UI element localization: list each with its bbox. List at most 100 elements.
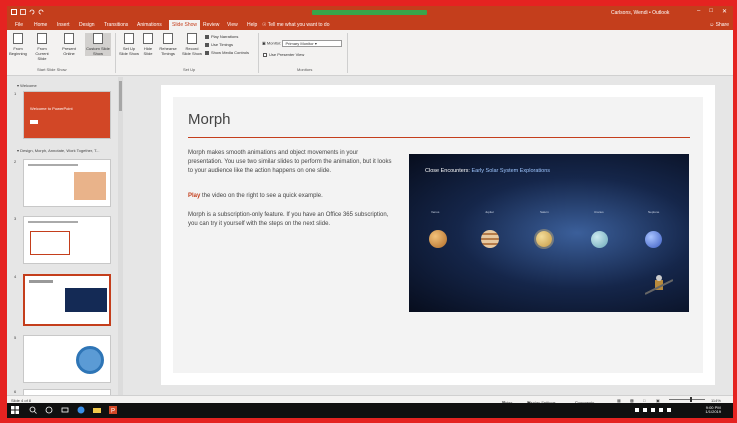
group-label-monitors: Monitors bbox=[297, 67, 313, 72]
show-media-controls-checkbox[interactable]: Show Media Controls bbox=[205, 50, 249, 55]
thumbnail-video bbox=[65, 288, 107, 312]
monitor-icon: ▣ bbox=[262, 40, 266, 46]
save-icon[interactable] bbox=[20, 9, 26, 15]
window-controls: – □ ✕ bbox=[697, 8, 727, 15]
body-paragraph-3[interactable]: Morph is a subscription-only feature. If… bbox=[188, 211, 393, 229]
powerpoint-taskbar-icon[interactable]: P bbox=[109, 406, 117, 414]
tell-me-search[interactable]: ☉ Tell me what you want to do bbox=[262, 22, 330, 28]
saturn-planet bbox=[536, 231, 552, 247]
slide-background: Morph Morph makes smooth animations and … bbox=[173, 97, 703, 373]
checkbox-checked-icon bbox=[205, 34, 209, 39]
neptune-planet bbox=[645, 231, 662, 248]
search-icon[interactable] bbox=[29, 406, 37, 414]
tab-slide-show[interactable]: Slide Show bbox=[169, 20, 201, 30]
section-header-welcome[interactable]: ▾ Welcome bbox=[17, 83, 37, 88]
planet-label: Jupiter bbox=[485, 210, 495, 214]
venus-planet bbox=[429, 230, 447, 248]
taskbar-clock[interactable]: 9:00 PM 1/1/2019 bbox=[705, 406, 721, 414]
slide-thumbnail-4[interactable] bbox=[23, 274, 111, 326]
checkbox-unchecked-icon bbox=[263, 52, 267, 57]
windows-start-icon[interactable] bbox=[11, 406, 19, 414]
thumbnail-title-line bbox=[28, 221, 78, 223]
slide-thumbnail-1[interactable]: Welcome to PowerPoint bbox=[23, 91, 111, 139]
file-explorer-icon[interactable] bbox=[93, 406, 101, 414]
use-timings-checkbox[interactable]: Use Timings bbox=[205, 42, 233, 47]
slide-number: 3 bbox=[14, 216, 17, 221]
tab-home[interactable]: Home bbox=[34, 22, 47, 28]
present-online-icon bbox=[64, 33, 74, 44]
task-view-icon[interactable] bbox=[61, 406, 69, 414]
use-presenter-view-checkbox[interactable]: Use Presenter View bbox=[263, 52, 304, 57]
section-header-design[interactable]: ▾ Design, Morph, Annotate, Work Together… bbox=[17, 148, 100, 153]
tab-transitions[interactable]: Transitions bbox=[104, 22, 128, 28]
body-paragraph-2[interactable]: Play the video on the right to see a qui… bbox=[188, 192, 393, 201]
morph-video[interactable]: Close Encounters: Early Solar System Exp… bbox=[409, 154, 689, 312]
document-title-redacted bbox=[312, 10, 427, 15]
user-account[interactable]: Carlsons, Wendi • Outlook bbox=[611, 10, 669, 16]
system-tray-icons[interactable] bbox=[635, 406, 675, 414]
checkbox-checked-icon bbox=[205, 50, 209, 55]
minimize-icon[interactable]: – bbox=[697, 8, 700, 15]
slide-number: 5 bbox=[14, 335, 17, 340]
slide-thumbnail-2[interactable] bbox=[23, 159, 111, 207]
scrollbar-thumb[interactable] bbox=[119, 81, 122, 111]
planet-label: Venus bbox=[431, 210, 440, 214]
from-current-slide-button[interactable]: From Current Slide bbox=[31, 33, 53, 61]
timer-icon bbox=[163, 33, 173, 44]
title-bar: Carlsons, Wendi • Outlook – □ ✕ bbox=[7, 6, 733, 20]
present-online-button[interactable]: Present Online bbox=[59, 33, 79, 56]
hide-slide-button[interactable]: Hide Slide bbox=[141, 33, 155, 56]
title-underline bbox=[188, 137, 690, 138]
edge-browser-icon[interactable] bbox=[77, 406, 85, 414]
current-slide[interactable]: Morph Morph makes smooth animations and … bbox=[161, 85, 715, 385]
thumbnail-image bbox=[74, 172, 106, 200]
planet-label: Uranus bbox=[594, 210, 604, 214]
tab-design[interactable]: Design bbox=[79, 22, 95, 28]
tab-view[interactable]: View bbox=[227, 22, 238, 28]
thumbnail-logo bbox=[30, 120, 38, 124]
lightbulb-icon: ☉ bbox=[262, 22, 267, 28]
set-up-slide-show-button[interactable]: Set Up Slide Show bbox=[119, 33, 139, 56]
redo-icon[interactable] bbox=[38, 9, 44, 15]
chevron-down-icon: ▾ bbox=[314, 41, 317, 46]
tab-review[interactable]: Review bbox=[203, 22, 219, 28]
slide-editing-area: Morph Morph makes smooth animations and … bbox=[125, 77, 733, 395]
powerpoint-logo-icon bbox=[11, 9, 17, 15]
slide-thumbnail-3[interactable] bbox=[23, 216, 111, 264]
share-button[interactable]: ☺ Share bbox=[709, 22, 729, 28]
close-icon[interactable]: ✕ bbox=[722, 8, 727, 15]
play-narrations-checkbox[interactable]: Play Narrations bbox=[205, 34, 238, 39]
cortana-icon[interactable] bbox=[45, 406, 53, 414]
zoom-slider-thumb[interactable] bbox=[690, 397, 692, 402]
checkbox-checked-icon bbox=[205, 42, 209, 47]
monitor-dropdown[interactable]: Primary Monitor ▾ bbox=[282, 40, 343, 47]
tab-help[interactable]: Help bbox=[247, 22, 257, 28]
body-paragraph-1[interactable]: Morph makes smooth animations and object… bbox=[188, 149, 393, 176]
video-title: Close Encounters: Early Solar System Exp… bbox=[425, 168, 551, 174]
tab-insert[interactable]: Insert bbox=[57, 22, 70, 28]
undo-icon[interactable] bbox=[29, 9, 35, 15]
rehearse-timings-button[interactable]: Rehearse Timings bbox=[157, 33, 179, 56]
thumbnail-callout bbox=[30, 231, 70, 255]
setup-icon bbox=[124, 33, 134, 44]
windows-taskbar: P 9:00 PM 1/1/2019 bbox=[7, 403, 733, 418]
slide-number: 6 bbox=[14, 389, 17, 394]
slideshow-start-icon bbox=[13, 33, 23, 44]
maximize-icon[interactable]: □ bbox=[709, 8, 713, 15]
group-divider bbox=[258, 33, 259, 73]
slide-thumbnail-5[interactable] bbox=[23, 335, 111, 383]
ribbon: From Beginning From Current Slide Presen… bbox=[7, 30, 733, 76]
planet-label: Neptune bbox=[648, 210, 660, 214]
tab-animations[interactable]: Animations bbox=[137, 22, 162, 28]
monitor-selector: ▣ Monitor: Primary Monitor ▾ bbox=[262, 40, 343, 47]
slide-title[interactable]: Morph bbox=[188, 111, 231, 128]
custom-slide-show-button[interactable]: Custom Slide Show bbox=[85, 33, 111, 56]
zoom-slider[interactable] bbox=[669, 399, 705, 400]
svg-text:P: P bbox=[111, 409, 115, 415]
slide-thumbnail-panel: ▾ Welcome 1 Welcome to PowerPoint ▾ Desi… bbox=[7, 77, 125, 397]
from-beginning-button[interactable]: From Beginning bbox=[9, 33, 27, 56]
thumbnail-scrollbar[interactable] bbox=[118, 77, 123, 395]
slide-number: 4 bbox=[14, 274, 17, 279]
tab-file[interactable]: File bbox=[15, 22, 23, 28]
record-slide-show-button[interactable]: Record Slide Show bbox=[181, 33, 203, 56]
